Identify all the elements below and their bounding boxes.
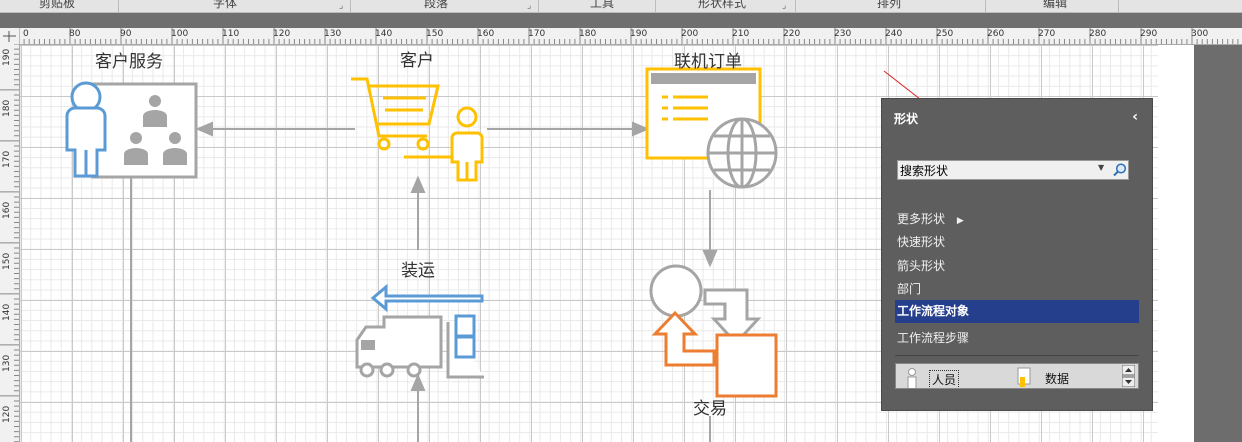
ruler-tick-label: 130 bbox=[324, 29, 342, 39]
nav-departments[interactable]: 部门 bbox=[897, 280, 921, 297]
boxes-icon bbox=[454, 314, 476, 359]
label-transaction[interactable]: 交易 bbox=[693, 394, 727, 419]
submenu-arrow-icon: ▶ bbox=[956, 216, 964, 226]
label-customer[interactable]: 客户 bbox=[400, 46, 434, 71]
ribbon-separator bbox=[350, 0, 351, 12]
nav-arrow-shapes[interactable]: 箭头形状 bbox=[897, 257, 945, 274]
globe-icon bbox=[706, 117, 778, 189]
dialog-launcher-icon[interactable]: ⌟ bbox=[527, 1, 531, 11]
search-shapes-box[interactable]: ▼ bbox=[897, 160, 1129, 180]
ribbon-group-tools[interactable]: 工具 bbox=[590, 0, 614, 11]
connector-customer-to-order[interactable] bbox=[487, 121, 650, 137]
shopping-cart-icon bbox=[351, 77, 427, 138]
ruler-tick-label: 230 bbox=[834, 29, 852, 39]
ruler-tick-label: 190 bbox=[2, 48, 12, 66]
ruler-tick-label: 140 bbox=[375, 29, 393, 39]
search-shapes-input[interactable] bbox=[900, 162, 1090, 178]
nav-workflow-objects[interactable]: 工作流程对象 bbox=[895, 300, 1139, 323]
connector-customer-to-service[interactable] bbox=[195, 121, 355, 137]
ribbon-group-paragraph[interactable]: 段落 bbox=[424, 0, 448, 11]
ribbon-separator bbox=[795, 0, 796, 12]
ruler-tick-label: 170 bbox=[528, 29, 546, 39]
online-order-shape[interactable] bbox=[645, 67, 778, 189]
ribbon-group-arrange[interactable]: 排列 bbox=[877, 0, 901, 11]
ruler-tick-label: 0 bbox=[23, 29, 29, 39]
data-icon bbox=[1017, 367, 1031, 387]
crosshair-icon bbox=[3, 31, 16, 42]
ruler-tick-label: 240 bbox=[885, 29, 903, 39]
ruler-tick-label: 150 bbox=[2, 252, 12, 270]
ribbon-bottom-strip bbox=[0, 13, 1242, 28]
ruler-tick-label: 280 bbox=[1089, 29, 1107, 39]
stencil-item-people[interactable]: 人员 bbox=[929, 370, 960, 388]
person-icon bbox=[907, 368, 917, 388]
customer-person-icon bbox=[450, 106, 484, 182]
dialog-launcher-icon[interactable]: ⌟ bbox=[339, 1, 343, 11]
ruler-tick-label: 160 bbox=[2, 201, 12, 219]
label-online-order[interactable]: 联机订单 bbox=[674, 47, 742, 72]
stencil-item-data[interactable]: 数据 bbox=[1045, 370, 1069, 387]
ruler-tick-label: 200 bbox=[681, 29, 699, 39]
page-margin bbox=[1158, 45, 1194, 442]
connector-order-to-transaction[interactable] bbox=[702, 190, 718, 268]
ruler-tick-label: 210 bbox=[732, 29, 750, 39]
ruler-tick-label: 100 bbox=[171, 29, 189, 39]
ribbon-group-shape-styles[interactable]: 形状样式 bbox=[698, 0, 746, 11]
ruler-tick-label: 170 bbox=[2, 150, 12, 168]
search-dropdown-icon[interactable]: ▼ bbox=[1098, 163, 1104, 172]
customer-shape[interactable] bbox=[351, 77, 484, 182]
nav-quick-shapes[interactable]: 快速形状 bbox=[897, 233, 945, 250]
horizontal-ruler[interactable]: 0 80 90 100 110 120 130 140 150 160 170 180 190 200 21… bbox=[19, 28, 1242, 45]
ruler-tick-label: 80 bbox=[69, 29, 81, 39]
ruler-corner[interactable] bbox=[0, 28, 20, 45]
ruler-tick-label: 300 bbox=[1191, 29, 1209, 39]
ribbon-separator bbox=[1118, 0, 1119, 12]
nav-more-shapes-label: 更多形状 bbox=[897, 212, 946, 226]
arrow-left-icon bbox=[370, 283, 484, 313]
ribbon-separator bbox=[655, 0, 656, 12]
pane-divider bbox=[895, 355, 1139, 356]
ruler-tick-label: 270 bbox=[1038, 29, 1056, 39]
nav-more-shapes[interactable]: 更多形状 ▶ bbox=[897, 210, 964, 227]
connector-shipping-to-customer[interactable] bbox=[410, 175, 426, 250]
ruler-tick-label: 130 bbox=[2, 354, 12, 372]
vertical-ruler[interactable]: 190 180 170 160 150 140 130 120 bbox=[0, 44, 20, 442]
ruler-tick-label: 190 bbox=[630, 29, 648, 39]
ribbon-separator bbox=[538, 0, 539, 12]
stencil-list: 人员 数据 bbox=[895, 363, 1139, 389]
ruler-tick-label: 260 bbox=[987, 29, 1005, 39]
connector-bottom-to-shipping[interactable] bbox=[410, 373, 426, 442]
shapes-pane: 形状 ‹ ▼ 更多形状 ▶ 快速形状 箭头形状 部门 工作流程对象 工作流程步骤… bbox=[881, 98, 1153, 411]
ruler-tick-label: 110 bbox=[222, 29, 240, 39]
shipping-shape[interactable] bbox=[355, 283, 484, 379]
ruler-tick-label: 140 bbox=[2, 303, 12, 321]
search-icon[interactable] bbox=[1112, 162, 1128, 178]
ribbon-group-font[interactable]: 字体 bbox=[213, 0, 237, 11]
ruler-tick-label: 120 bbox=[2, 405, 12, 423]
workspace-background bbox=[1194, 45, 1242, 442]
ribbon-separator bbox=[985, 0, 986, 12]
label-shipping[interactable]: 装运 bbox=[401, 256, 435, 281]
ruler-tick-label: 180 bbox=[579, 29, 597, 39]
chevron-left-icon[interactable]: ‹ bbox=[1132, 109, 1138, 125]
ruler-tick-label: 150 bbox=[426, 29, 444, 39]
customer-service-shape[interactable] bbox=[65, 81, 198, 179]
ribbon-group-bar: 剪贴板 字体 ⌟ 段落 ⌟ 工具 形状样式 ⌟ 排列 编辑 bbox=[0, 0, 1242, 13]
ruler-tick-label: 120 bbox=[273, 29, 291, 39]
dialog-launcher-icon[interactable]: ⌟ bbox=[782, 1, 786, 11]
ribbon-group-editing[interactable]: 编辑 bbox=[1043, 0, 1067, 11]
ruler-tick-label: 290 bbox=[1140, 29, 1158, 39]
ruler-tick-label: 160 bbox=[477, 29, 495, 39]
ruler-tick-label: 220 bbox=[783, 29, 801, 39]
ruler-tick-label: 250 bbox=[936, 29, 954, 39]
ruler-tick-label: 90 bbox=[120, 29, 132, 39]
transaction-shape[interactable] bbox=[649, 264, 778, 398]
ruler-tick-label: 180 bbox=[2, 99, 12, 117]
nav-workflow-steps[interactable]: 工作流程步骤 bbox=[897, 329, 969, 346]
ribbon-group-clipboard[interactable]: 剪贴板 bbox=[39, 0, 75, 11]
ribbon-separator bbox=[118, 0, 119, 12]
stencil-scrollbar[interactable] bbox=[1122, 365, 1135, 387]
shapes-pane-title: 形状 bbox=[894, 112, 919, 126]
label-customer-service[interactable]: 客户服务 bbox=[95, 47, 163, 72]
